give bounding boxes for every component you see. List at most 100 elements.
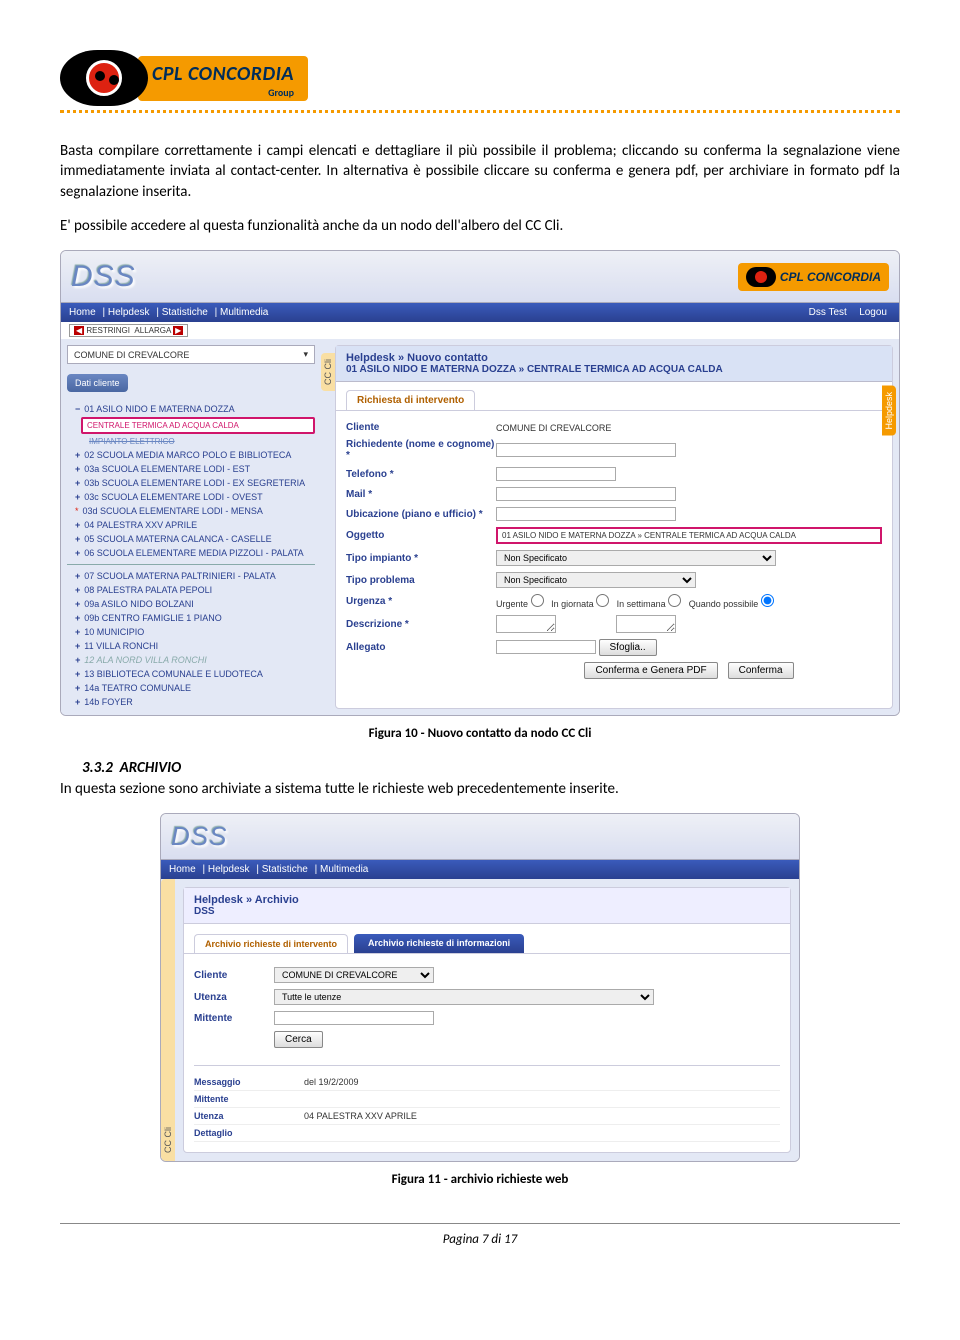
lbl-dettaglio[interactable]: Dettaglio (194, 1128, 304, 1138)
paragraph-2: E' possibile accedere al questa funziona… (60, 216, 900, 236)
select-utenza[interactable]: Tutte le utenze (274, 989, 654, 1005)
lbl-utenza: Utenza (194, 992, 274, 1003)
input-richiedente[interactable] (496, 443, 676, 457)
vertical-tab-cccli[interactable]: CC Cli (321, 353, 335, 391)
lbl-richiedente: Richiedente (nome e cognome) * (346, 439, 496, 461)
paragraph-1: Basta compilare correttamente i campi el… (60, 141, 900, 202)
menu-home[interactable]: Home (69, 307, 96, 318)
lbl-allegato: Allegato (346, 642, 496, 653)
radio-settimana[interactable] (668, 594, 681, 607)
tab-richiesta[interactable]: Richiesta di intervento (346, 390, 475, 410)
app-logo: DSS (71, 260, 136, 294)
vertical-tab-cccli[interactable]: CC Cli (161, 879, 175, 1161)
helpdesk-side-tab[interactable]: Helpdesk (882, 386, 896, 436)
screenshot-archivio: DSS Home | Helpdesk | Statistiche | Mult… (160, 813, 800, 1162)
tree-item[interactable]: 09b CENTRO FAMIGLIE 1 PIANO (67, 611, 315, 625)
lbl-utenza-r: Utenza (194, 1111, 304, 1121)
select-tipo-impianto[interactable]: Non Specificato (496, 550, 776, 566)
tree-item[interactable]: 05 SCUOLA MATERNA CALANCA - CASELLE (67, 532, 315, 546)
tree-sub[interactable]: IMPIANTO ELETTRICO (67, 435, 315, 448)
textarea-descrizione-2[interactable] (616, 615, 676, 633)
menu-statistiche[interactable]: Statistiche (162, 307, 208, 318)
conferma-button[interactable]: Conferma (728, 662, 794, 679)
dotted-rule (60, 110, 900, 113)
textarea-descrizione[interactable] (496, 615, 556, 633)
tree-item[interactable]: 03d SCUOLA ELEMENTARE LODI - MENSA (67, 504, 315, 518)
select-cliente[interactable]: COMUNE DI CREVALCORE (274, 967, 434, 983)
dati-cliente-button[interactable]: Dati cliente (67, 374, 128, 392)
lbl-urgenza: Urgenza * (346, 596, 496, 607)
tree-item[interactable]: 14a TEATRO COMUNALE (67, 681, 315, 695)
section-heading: 3.3.2 Archivio (82, 759, 900, 777)
tree-item[interactable]: 07 SCUOLA MATERNA PALTRINIERI - PALATA (67, 569, 315, 583)
tree-item[interactable]: 10 MUNICIPIO (67, 625, 315, 639)
menu-helpdesk[interactable]: Helpdesk (108, 307, 150, 318)
lbl-mail: Mail * (346, 489, 496, 500)
radio-urgente[interactable] (531, 594, 544, 607)
input-mittente[interactable] (274, 1011, 434, 1025)
lbl-cliente: Cliente (346, 422, 496, 433)
menu-bar-2: Home | Helpdesk | Statistiche | Multimed… (161, 860, 799, 879)
menu-logout[interactable]: Logou (859, 307, 887, 318)
tree-item[interactable]: 02 SCUOLA MEDIA MARCO POLO E BIBLIOTECA (67, 448, 315, 462)
cliente-combo[interactable]: COMUNE DI CREVALCORE ▾ (67, 345, 315, 364)
lbl-tipo-impianto: Tipo impianto * (346, 553, 496, 564)
lbl-telefono: Telefono * (346, 469, 496, 480)
menu-helpdesk[interactable]: Helpdesk (208, 864, 250, 875)
section-text: In questa sezione sono archiviate a sist… (60, 779, 900, 799)
mini-bug-icon (746, 267, 776, 287)
menu-statistiche[interactable]: Statistiche (262, 864, 308, 875)
tree-selected[interactable]: CENTRALE TERMICA AD ACQUA CALDA (81, 417, 315, 434)
menu-user[interactable]: Dss Test (809, 307, 847, 318)
cerca-button[interactable]: Cerca (274, 1031, 323, 1048)
tree-item[interactable]: 03b SCUOLA ELEMENTARE LODI - EX SEGRETER… (67, 476, 315, 490)
input-allegato[interactable] (496, 640, 596, 654)
lbl-oggetto: Oggetto (346, 530, 496, 541)
tree-item[interactable]: 11 VILLA RONCHI (67, 639, 315, 653)
figure-caption-11: Figura 11 - archivio richieste web (60, 1172, 900, 1187)
mini-brand: CPL CONCORDIA (738, 263, 889, 291)
form-subtitle: 01 ASILO NIDO E MATERNA DOZZA » CENTRALE… (346, 364, 882, 375)
val-messaggio: del 19/2/2009 (304, 1077, 359, 1087)
tree-item[interactable]: 06 SCUOLA ELEMENTARE MEDIA PIZZOLI - PAL… (67, 546, 315, 560)
menu-bar: Home | Helpdesk | Statistiche | Multimed… (61, 303, 899, 322)
brand-pill: CPL CONCORDIA Group (138, 56, 308, 101)
tree-item[interactable]: 13 BIBLIOTECA COMUNALE E LUDOTECA (67, 667, 315, 681)
tree-item[interactable]: 03a SCUOLA ELEMENTARE LODI - EST (67, 462, 315, 476)
tab-richieste-informazioni[interactable]: Archivio richieste di informazioni (354, 934, 524, 953)
screenshot-nuovo-contatto: DSS CPL CONCORDIA Home | Helpdesk | Stat… (60, 250, 900, 716)
val-cliente: COMUNE DI CREVALCORE (496, 423, 882, 433)
tab-richieste-intervento[interactable]: Archivio richieste di intervento (194, 934, 348, 953)
form-card: Helpdesk Helpdesk » Nuovo contatto 01 AS… (335, 345, 893, 709)
lbl-ubicazione: Ubicazione (piano e ufficio) * (346, 509, 496, 520)
page-footer: Pagina 7 di 17 (60, 1223, 900, 1247)
tree-root[interactable]: 01 ASILO NIDO E MATERNA DOZZA (67, 402, 315, 416)
menu-multimedia[interactable]: Multimedia (320, 864, 368, 875)
archivio-sub: DSS (194, 906, 780, 917)
tree-item[interactable]: 03c SCUOLA ELEMENTARE LODI - OVEST (67, 490, 315, 504)
input-mail[interactable] (496, 487, 676, 501)
val-utenza-r: 04 PALESTRA XXV APRILE (304, 1111, 417, 1121)
sfoglia-button[interactable]: Sfoglia.. (599, 639, 657, 656)
menu-home[interactable]: Home (169, 864, 196, 875)
tree-item[interactable]: 09a ASILO NIDO BOLZANI (67, 597, 315, 611)
form-breadcrumb: Helpdesk » Nuovo contatto (346, 352, 882, 364)
tree-item[interactable]: 14b FOYER (67, 695, 315, 709)
input-telefono[interactable] (496, 467, 616, 481)
conferma-pdf-button[interactable]: Conferma e Genera PDF (584, 662, 717, 679)
radio-giornata[interactable] (596, 594, 609, 607)
restringi-btn[interactable]: ◀ RESTRINGI ALLARGA ▶ (69, 324, 188, 337)
select-tipo-problema[interactable]: Non Specificato (496, 572, 696, 588)
tree-item[interactable]: 12 ALA NORD VILLA RONCHI (67, 653, 315, 667)
sidebar: COMUNE DI CREVALCORE ▾ Dati cliente 01 A… (61, 339, 321, 715)
lbl-mittente: Mittente (194, 1013, 274, 1024)
tree-item[interactable]: 04 PALESTRA XXV APRILE (67, 518, 315, 532)
input-ubicazione[interactable] (496, 507, 676, 521)
menu-multimedia[interactable]: Multimedia (220, 307, 268, 318)
lbl-tipo-problema: Tipo problema (346, 575, 496, 586)
lbl-mittente-r: Mittente (194, 1094, 304, 1104)
tree-item[interactable]: 08 PALESTRA PALATA PEPOLI (67, 583, 315, 597)
lbl-messaggio: Messaggio (194, 1077, 304, 1087)
radio-possibile[interactable] (761, 594, 774, 607)
val-oggetto: 01 ASILO NIDO E MATERNA DOZZA » CENTRALE… (496, 527, 882, 544)
